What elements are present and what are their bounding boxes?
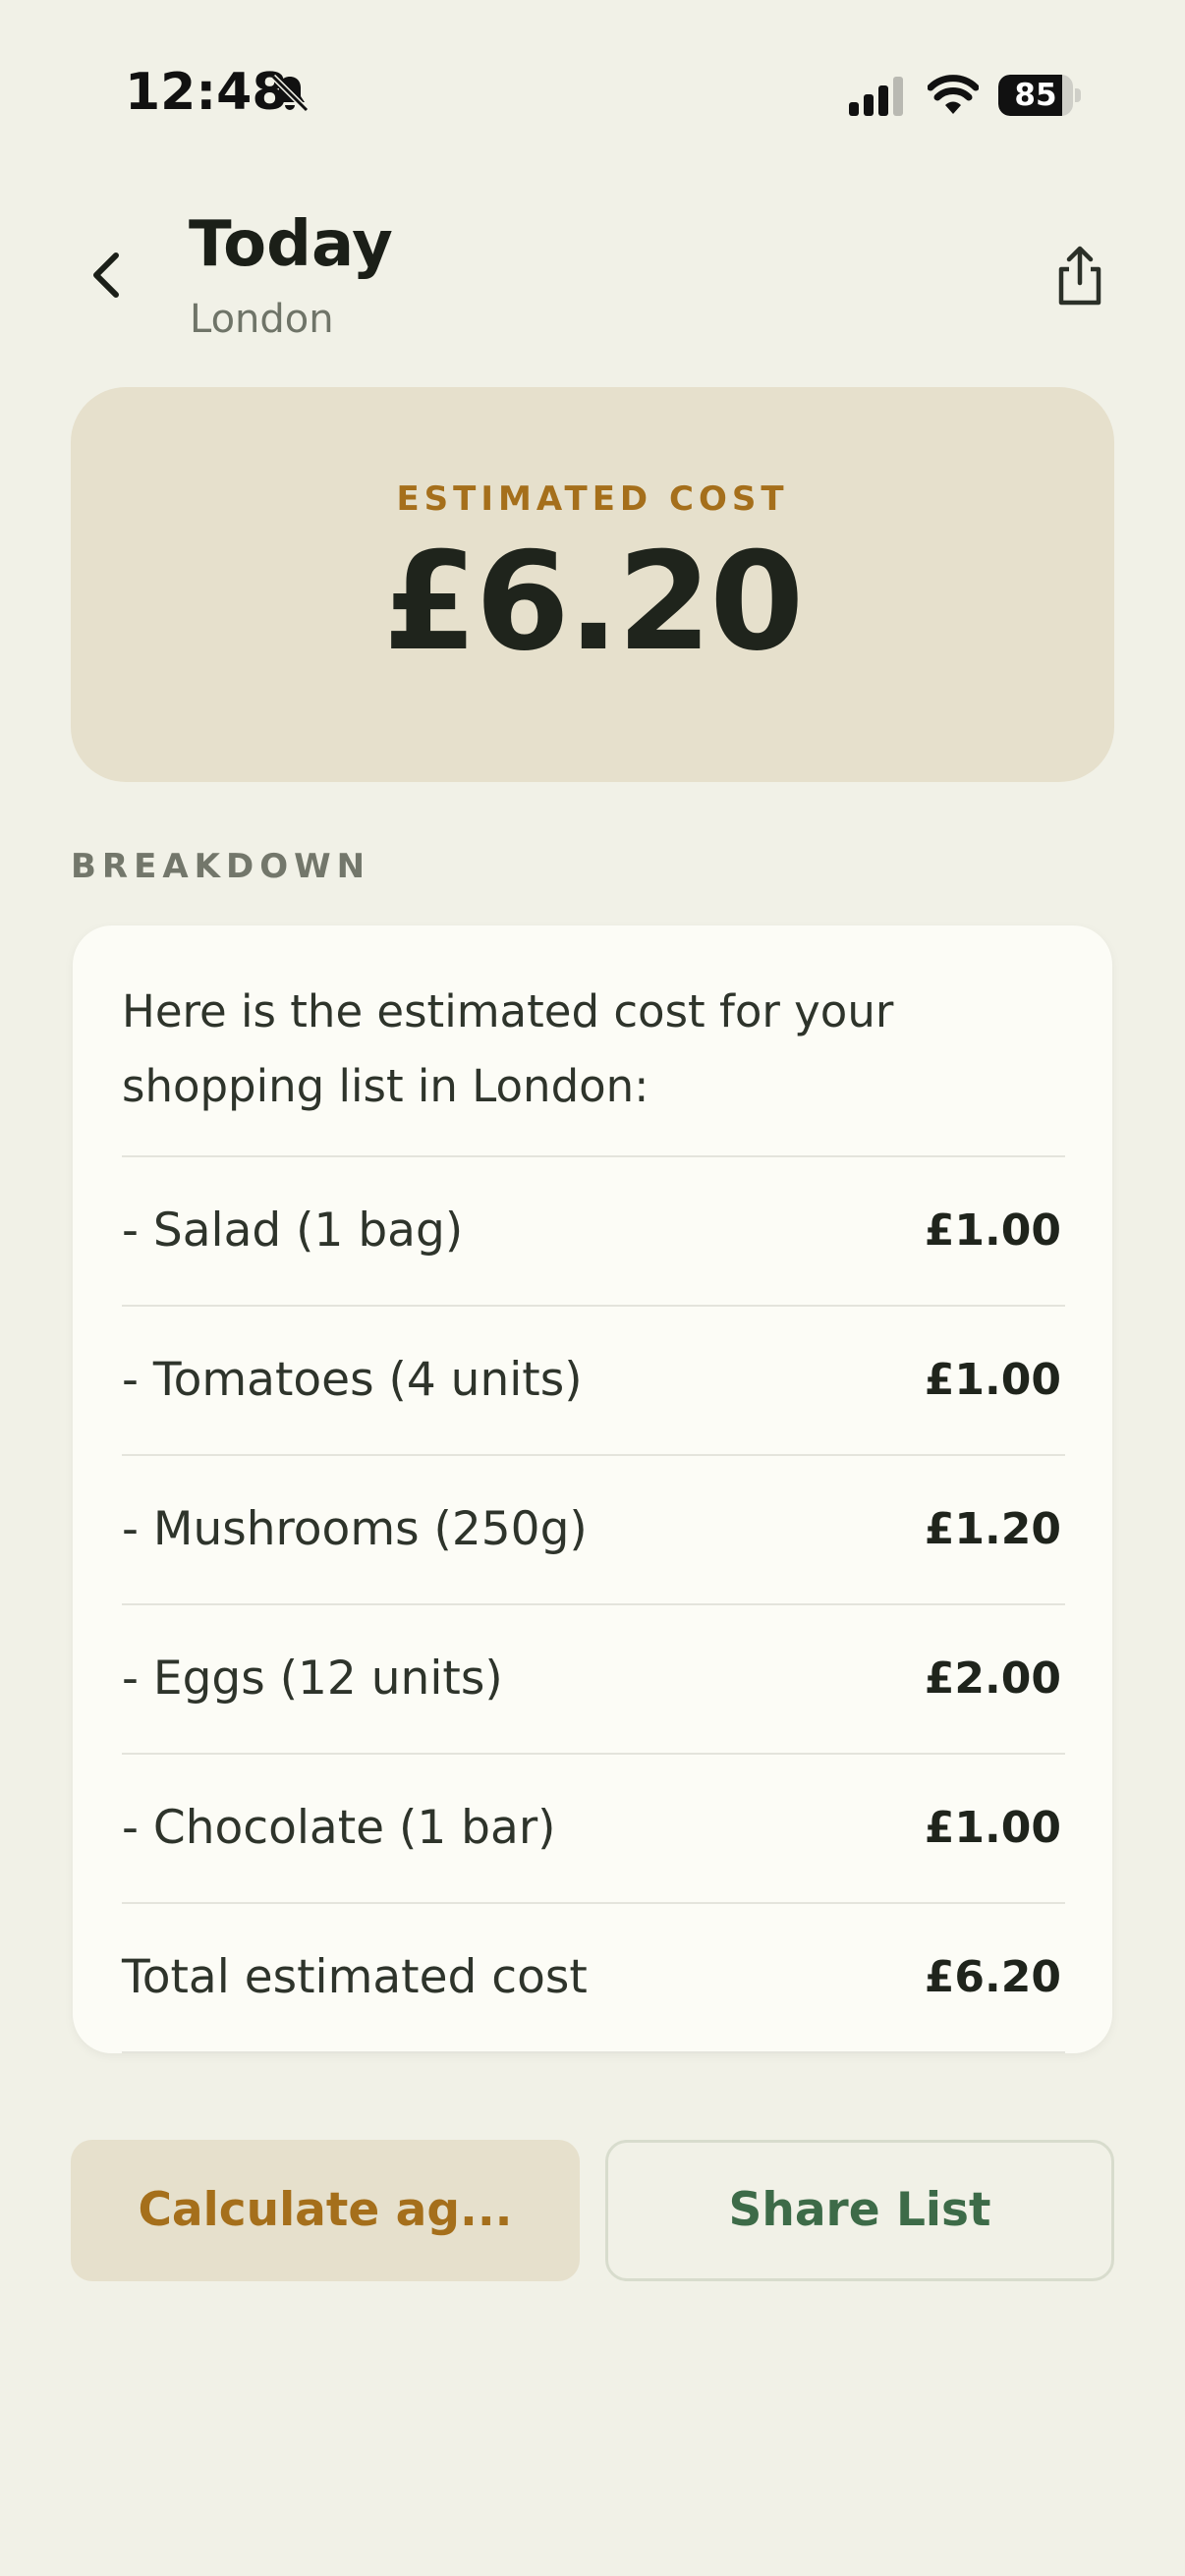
battery-percent: 85: [1014, 78, 1057, 113]
back-button[interactable]: [79, 246, 138, 305]
calculate-again-button[interactable]: Calculate ag...: [71, 2140, 580, 2281]
estimated-cost-label: ESTIMATED COST: [396, 479, 789, 519]
total-price: £6.20: [924, 1952, 1061, 2002]
list-item: - Chocolate (1 bar) £1.00: [122, 1753, 1065, 1902]
breakdown-list: - Salad (1 bag) £1.00 - Tomatoes (4 unit…: [122, 1155, 1065, 2053]
item-price: £1.20: [924, 1504, 1061, 1554]
page-title: Today: [189, 208, 393, 281]
battery-icon: 85: [998, 75, 1081, 116]
page-subtitle: London: [190, 297, 334, 342]
item-label: - Eggs (12 units): [122, 1652, 503, 1706]
item-price: £1.00: [924, 1803, 1061, 1853]
share-list-button[interactable]: Share List: [605, 2140, 1114, 2281]
item-price: £1.00: [924, 1205, 1061, 1256]
bell-slash-icon: [267, 71, 312, 116]
breakdown-intro: Here is the estimated cost for your shop…: [122, 985, 894, 1112]
item-price: £2.00: [924, 1653, 1061, 1704]
share-button[interactable]: [1047, 244, 1112, 308]
estimated-cost-card: ESTIMATED COST £6.20: [71, 387, 1114, 782]
item-label: - Tomatoes (4 units): [122, 1353, 583, 1407]
breakdown-section-label: BREAKDOWN: [71, 847, 371, 886]
signal-icon: [849, 77, 906, 116]
total-label: Total estimated cost: [122, 1950, 588, 2004]
item-price: £1.00: [924, 1355, 1061, 1405]
list-item: - Tomatoes (4 units) £1.00: [122, 1305, 1065, 1454]
total-row: Total estimated cost £6.20: [122, 1902, 1065, 2053]
breakdown-card: Here is the estimated cost for your shop…: [73, 925, 1112, 2053]
list-item: - Salad (1 bag) £1.00: [122, 1155, 1065, 1305]
item-label: - Salad (1 bag): [122, 1204, 464, 1258]
wifi-icon: [927, 75, 980, 116]
list-item: - Mushrooms (250g) £1.20: [122, 1454, 1065, 1603]
chevron-left-icon: [93, 252, 119, 298]
list-item: - Eggs (12 units) £2.00: [122, 1603, 1065, 1753]
item-label: - Chocolate (1 bar): [122, 1801, 556, 1855]
share-icon: [1058, 246, 1101, 306]
estimated-cost-value: £6.20: [382, 523, 805, 681]
status-time: 12:48: [125, 63, 288, 122]
item-label: - Mushrooms (250g): [122, 1502, 588, 1556]
